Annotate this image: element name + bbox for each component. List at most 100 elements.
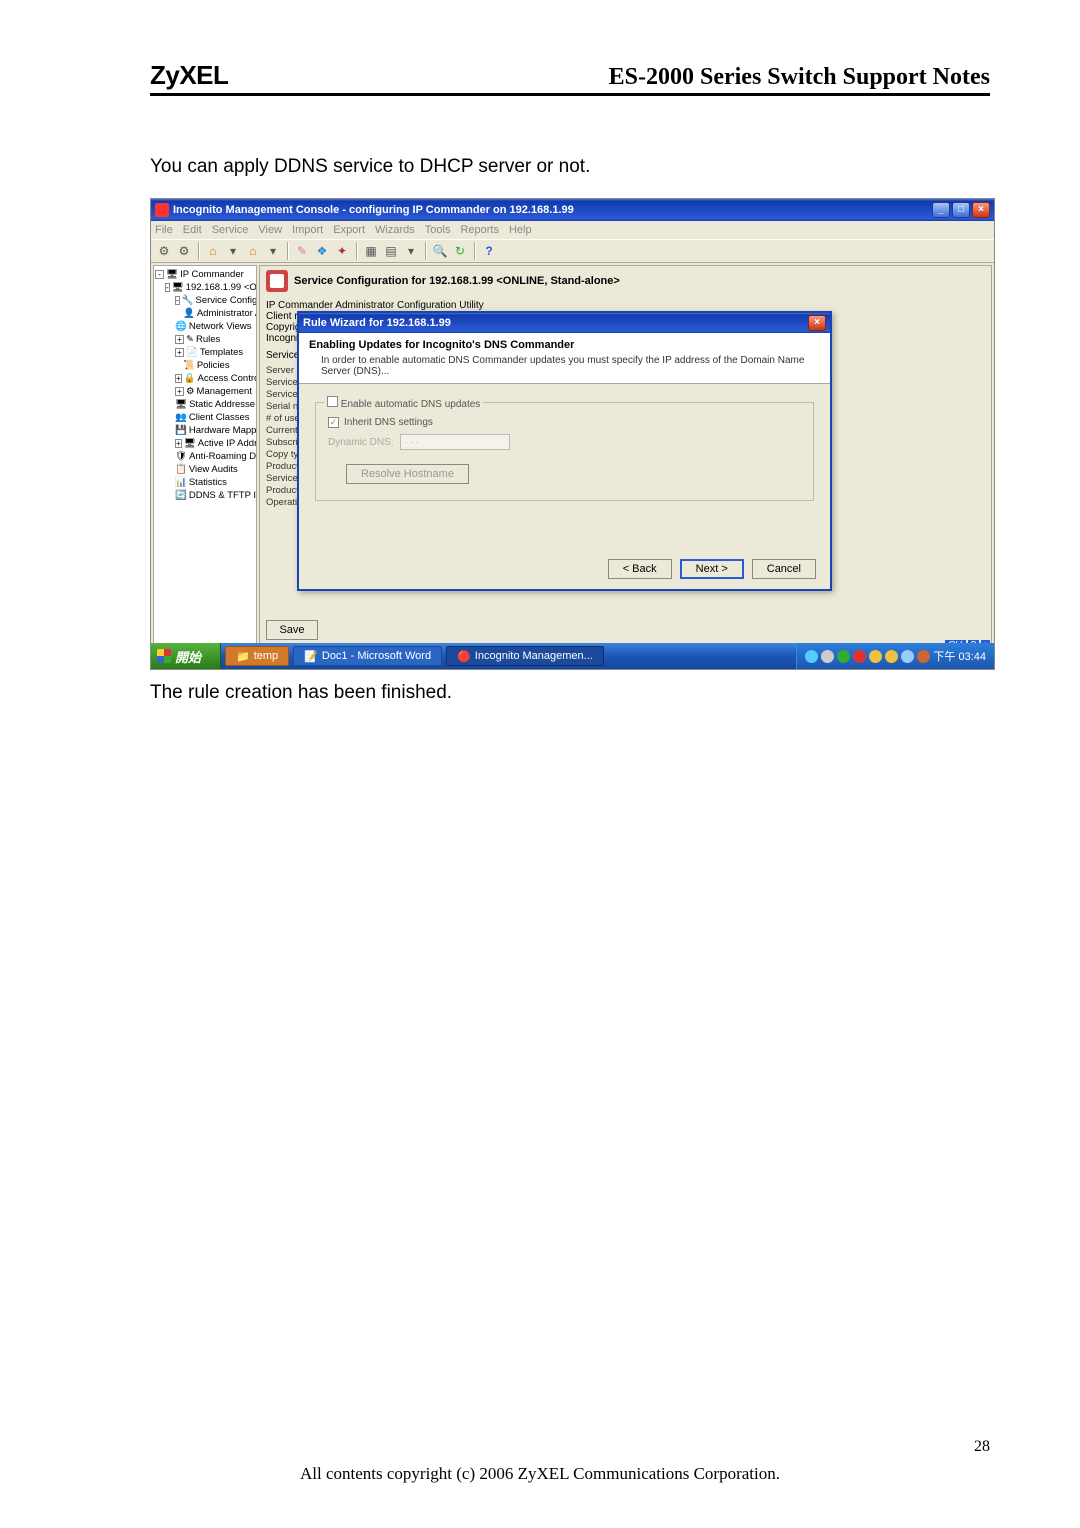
tool-icon[interactable]: ⚙ xyxy=(155,242,173,260)
tool-icon[interactable]: ⌂ xyxy=(204,242,222,260)
tray-icon[interactable] xyxy=(869,650,882,663)
windows-taskbar[interactable]: 開始 📁 temp 📝 Doc1 - Microsoft Word 🔴 Inco… xyxy=(151,643,994,669)
tray-icon[interactable] xyxy=(901,650,914,663)
titlebar[interactable]: Incognito Management Console - configuri… xyxy=(151,199,994,221)
wizard-title-text: Rule Wizard for 192.168.1.99 xyxy=(303,317,808,329)
tree-item[interactable]: DDNS & TFTP I xyxy=(189,489,256,502)
tree-item[interactable]: Policies xyxy=(197,359,230,372)
search-icon[interactable]: 🔍 xyxy=(431,242,449,260)
tree-item[interactable]: Administrator Ac xyxy=(197,307,257,320)
menu-export[interactable]: Export xyxy=(333,224,365,236)
tree-root[interactable]: IP Commander xyxy=(180,268,244,281)
menu-reports[interactable]: Reports xyxy=(460,224,499,236)
tool-dropdown-icon[interactable]: ▾ xyxy=(264,242,282,260)
dns-input[interactable]: . . . xyxy=(400,434,510,450)
dns-groupbox: Enable automatic DNS updates ✓ Inherit D… xyxy=(315,402,814,501)
tool-icon[interactable]: ✦ xyxy=(333,242,351,260)
dns-label: Dynamic DNS: xyxy=(328,437,394,448)
system-tray[interactable]: 下午 03:44 xyxy=(796,643,994,669)
tool-icon[interactable]: ⚙ xyxy=(175,242,193,260)
maximize-button[interactable]: □ xyxy=(952,202,970,218)
menu-wizards[interactable]: Wizards xyxy=(375,224,415,236)
tree-item[interactable]: Active IP Addre xyxy=(198,437,257,450)
back-button[interactable]: < Back xyxy=(608,559,672,579)
tree-item[interactable]: Templates xyxy=(200,346,243,359)
tool-dropdown-icon[interactable]: ▾ xyxy=(224,242,242,260)
tray-clock[interactable]: 下午 03:44 xyxy=(933,648,986,664)
help-icon[interactable]: ? xyxy=(480,242,498,260)
enable-dns-checkbox[interactable] xyxy=(327,396,338,407)
refresh-icon[interactable]: ↻ xyxy=(451,242,469,260)
nav-tree[interactable]: -🖥 IP Commander -🖥 192.168.1.99 <ONL -🔧 … xyxy=(153,265,257,647)
copyright-footer: All contents copyright (c) 2006 ZyXEL Co… xyxy=(0,1464,1080,1484)
wizard-subheading: In order to enable automatic DNS Command… xyxy=(309,351,820,377)
resolve-button[interactable]: Resolve Hostname xyxy=(346,464,469,484)
menu-help[interactable]: Help xyxy=(509,224,532,236)
tree-item[interactable]: Client Classes xyxy=(189,411,250,424)
tree-item[interactable]: Access Control xyxy=(198,372,257,385)
brand-logo: ZyXEL xyxy=(150,60,228,91)
tray-icon[interactable] xyxy=(853,650,866,663)
inherit-label: Inherit DNS settings xyxy=(344,417,433,428)
task-item[interactable]: 📝 Doc1 - Microsoft Word xyxy=(293,646,442,666)
tray-icon[interactable] xyxy=(805,650,818,663)
tool-icon[interactable]: ▦ xyxy=(362,242,380,260)
next-button[interactable]: Next > xyxy=(680,559,744,579)
task-label: Incognito Managemen... xyxy=(475,650,593,662)
doc-title: ES-2000 Series Switch Support Notes xyxy=(609,64,990,91)
groupbox-legend: Enable automatic DNS updates xyxy=(341,399,481,410)
tree-host[interactable]: 192.168.1.99 <ONL xyxy=(186,281,257,294)
menu-service[interactable]: Service xyxy=(212,224,249,236)
menubar[interactable]: File Edit Service View Import Export Wiz… xyxy=(151,221,994,239)
start-button[interactable]: 開始 xyxy=(151,643,221,669)
tray-icon[interactable] xyxy=(821,650,834,663)
task-label: Doc1 - Microsoft Word xyxy=(322,650,431,662)
tool-icon[interactable]: ⌂ xyxy=(244,242,262,260)
utility-caption: IP Commander Administrator Configuration… xyxy=(266,300,985,311)
app-icon: 🔴 xyxy=(457,650,471,663)
tree-item[interactable]: Network Views xyxy=(189,320,252,333)
intro-paragraph: You can apply DDNS service to DHCP serve… xyxy=(150,156,990,178)
menu-view[interactable]: View xyxy=(258,224,282,236)
inherit-checkbox[interactable]: ✓ xyxy=(328,417,339,428)
tree-item[interactable]: View Audits xyxy=(189,463,238,476)
tool-icon[interactable]: ▤ xyxy=(382,242,400,260)
tray-icon[interactable] xyxy=(885,650,898,663)
wizard-close-button[interactable]: × xyxy=(808,315,826,331)
task-item[interactable]: 📁 temp xyxy=(225,646,289,666)
rule-wizard-dialog: Rule Wizard for 192.168.1.99 × Enabling … xyxy=(297,311,832,591)
menu-import[interactable]: Import xyxy=(292,224,323,236)
service-icon xyxy=(266,270,288,292)
tree-item[interactable]: Statistics xyxy=(189,476,227,489)
tray-icon[interactable] xyxy=(917,650,930,663)
tree-item[interactable]: Management xyxy=(197,385,252,398)
tree-item[interactable]: Rules xyxy=(196,333,220,346)
tree-item[interactable]: Hardware Mapp xyxy=(189,424,257,437)
word-icon: 📝 xyxy=(304,650,318,663)
task-item[interactable]: 🔴 Incognito Managemen... xyxy=(446,646,604,666)
tree-item[interactable]: Static Addresse xyxy=(189,398,255,411)
minimize-button[interactable]: _ xyxy=(932,202,950,218)
cancel-button[interactable]: Cancel xyxy=(752,559,816,579)
task-label: temp xyxy=(254,650,278,662)
folder-icon: 📁 xyxy=(236,650,250,663)
menu-edit[interactable]: Edit xyxy=(183,224,202,236)
tool-icon[interactable]: ❖ xyxy=(313,242,331,260)
wizard-titlebar[interactable]: Rule Wizard for 192.168.1.99 × xyxy=(299,313,830,333)
eraser-icon[interactable]: ✎ xyxy=(293,242,311,260)
titlebar-text: Incognito Management Console - configuri… xyxy=(173,204,932,216)
menu-tools[interactable]: Tools xyxy=(425,224,451,236)
close-button[interactable]: × xyxy=(972,202,990,218)
tree-item[interactable]: Anti-Roaming D xyxy=(189,450,256,463)
tree-item[interactable]: Service Configu xyxy=(196,294,257,307)
app-window: Incognito Management Console - configuri… xyxy=(150,198,995,670)
conclusion-paragraph: The rule creation has been finished. xyxy=(150,682,990,704)
tool-dropdown-icon[interactable]: ▾ xyxy=(402,242,420,260)
page-number: 28 xyxy=(974,1438,990,1456)
start-label: 開始 xyxy=(175,647,201,666)
menu-file[interactable]: File xyxy=(155,224,173,236)
section-title: Service Configuration for 192.168.1.99 <… xyxy=(294,275,620,287)
app-icon xyxy=(155,203,169,217)
tray-icon[interactable] xyxy=(837,650,850,663)
save-button[interactable]: Save xyxy=(266,620,318,640)
